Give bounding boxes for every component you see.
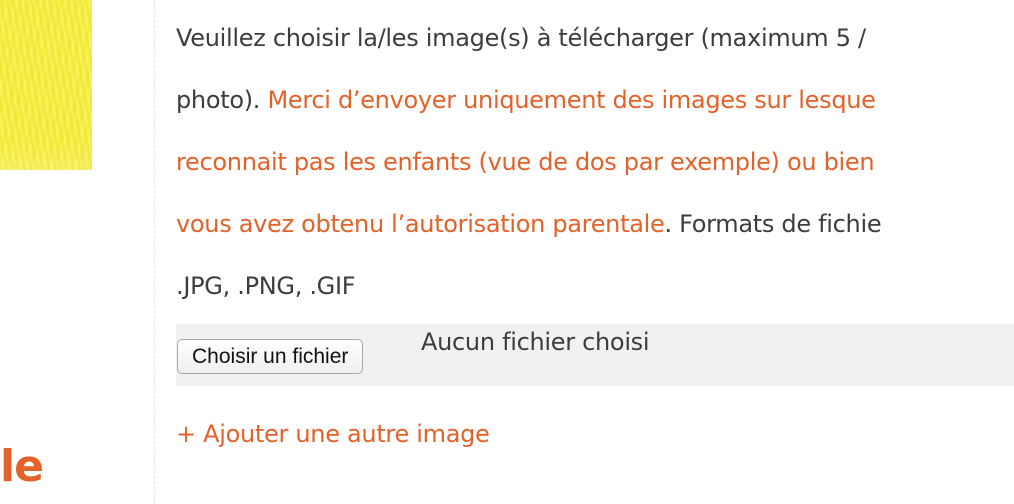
- instructions-line-3: reconnait pas les enfants (vue de dos pa…: [176, 131, 1014, 193]
- file-input: Choisir un fichier Aucun fichier choisi: [176, 324, 1014, 386]
- privacy-warning-text: Merci d’envoyer uniquement des images su…: [267, 86, 876, 114]
- upload-section: Veuillez choisir la/les image(s) à téléc…: [176, 0, 1014, 448]
- file-status-text: Aucun fichier choisi: [421, 328, 650, 356]
- instructions-line-5: .JPG, .PNG, .GIF: [176, 255, 1014, 317]
- choose-file-button[interactable]: Choisir un fichier: [177, 339, 364, 374]
- instructions-text: . Formats de fichie: [664, 210, 882, 238]
- instructions-text: photo).: [176, 86, 268, 114]
- add-another-image-link[interactable]: + Ajouter une autre image: [176, 420, 490, 448]
- instructions-line-4: vous avez obtenu l’autorisation parental…: [176, 193, 1014, 255]
- instructions-line-2: photo). Merci d’envoyer uniquement des i…: [176, 69, 1014, 131]
- upload-instructions: Veuillez choisir la/les image(s) à téléc…: [176, 0, 1014, 317]
- privacy-warning-text: reconnait pas les enfants (vue de dos pa…: [176, 148, 875, 176]
- column-divider: [154, 0, 155, 504]
- privacy-warning-text: vous avez obtenu l’autorisation parental…: [176, 210, 665, 238]
- sidebar-heading: le: [0, 441, 44, 492]
- crayon-drawing-image: [0, 0, 92, 170]
- instructions-text: Veuillez choisir la/les image(s) à téléc…: [176, 24, 866, 52]
- file-formats-text: .JPG, .PNG, .GIF: [176, 272, 356, 300]
- upload-page: le Veuillez choisir la/les image(s) à té…: [0, 0, 1014, 504]
- instructions-line-1: Veuillez choisir la/les image(s) à téléc…: [176, 7, 1014, 69]
